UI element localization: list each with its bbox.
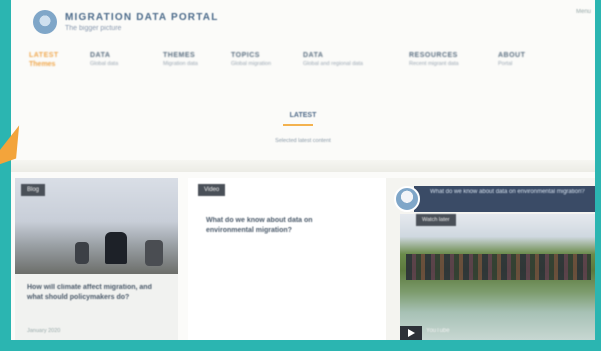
- nav-item-label: RESOURCES: [409, 52, 458, 59]
- nav-item-label: LATEST: [29, 52, 59, 59]
- card-date: January 2020: [27, 328, 61, 334]
- watch-later-button[interactable]: Watch later: [416, 214, 456, 226]
- nav-item-resources[interactable]: RESOURCES Recent migrant data: [409, 52, 459, 67]
- person-figure: [145, 240, 163, 266]
- nav-item-topics[interactable]: TOPICS Global migration: [231, 52, 271, 67]
- menu-button[interactable]: Menu: [576, 8, 591, 16]
- portal-logo-icon[interactable]: [33, 10, 57, 34]
- person-figure: [75, 242, 89, 264]
- nav-item-sublabel: Global migration: [231, 61, 272, 67]
- nav-item-sublabel: Recent migrant data: [409, 61, 459, 67]
- brand-title[interactable]: MIGRATION DATA PORTAL: [65, 12, 219, 23]
- youtube-label[interactable]: YouTube: [426, 328, 450, 334]
- brand-subtitle: The bigger picture: [65, 25, 122, 32]
- play-icon[interactable]: [400, 326, 422, 340]
- card-tag[interactable]: Video: [198, 184, 226, 196]
- nav-item-sublabel: Global data: [90, 61, 119, 67]
- card-title[interactable]: What do we know about data on environmen…: [206, 216, 356, 236]
- video-title[interactable]: What do we know about data on environmen…: [430, 188, 590, 196]
- nav-item-label: DATA: [90, 52, 111, 59]
- crowd-image: [406, 254, 591, 280]
- channel-avatar-icon[interactable]: [394, 186, 420, 212]
- section-divider: [11, 160, 595, 172]
- section-subtitle: Selected latest content: [275, 138, 331, 144]
- nav-item-label: TOPICS: [231, 52, 260, 59]
- nav-item-data[interactable]: DATA Global data: [90, 52, 118, 67]
- video-card[interactable]: What do we know about data on environmen…: [386, 178, 595, 340]
- nav-item-sublabel: Themes: [29, 61, 56, 68]
- heading-underline: [283, 124, 313, 126]
- nav-item-latest[interactable]: LATEST Themes: [29, 52, 59, 68]
- person-figure: [105, 232, 127, 264]
- nav-item-sublabel: Global and regional data: [303, 61, 363, 67]
- section-heading: LATEST: [289, 112, 317, 119]
- content-card[interactable]: Video What do we know about data on envi…: [188, 178, 386, 340]
- card-title[interactable]: How will climate affect migration, and w…: [27, 283, 167, 303]
- nav-item-about[interactable]: ABOUT Portal: [498, 52, 525, 67]
- content-card[interactable]: Blog How will climate affect migration, …: [15, 178, 178, 340]
- main-nav: LATEST Themes DATA Global data THEMES Mi…: [25, 52, 585, 82]
- nav-item-regional-data[interactable]: DATA Global and regional data: [303, 52, 363, 67]
- nav-item-label: THEMES: [163, 52, 196, 59]
- nav-item-themes[interactable]: THEMES Migration data: [163, 52, 198, 67]
- nav-item-label: ABOUT: [498, 52, 526, 59]
- card-tag[interactable]: Blog: [21, 184, 46, 196]
- nav-item-sublabel: Migration data: [163, 61, 198, 67]
- page: MIGRATION DATA PORTAL The bigger picture…: [11, 0, 595, 344]
- nav-item-sublabel: Portal: [498, 61, 513, 67]
- nav-item-label: DATA: [303, 52, 324, 59]
